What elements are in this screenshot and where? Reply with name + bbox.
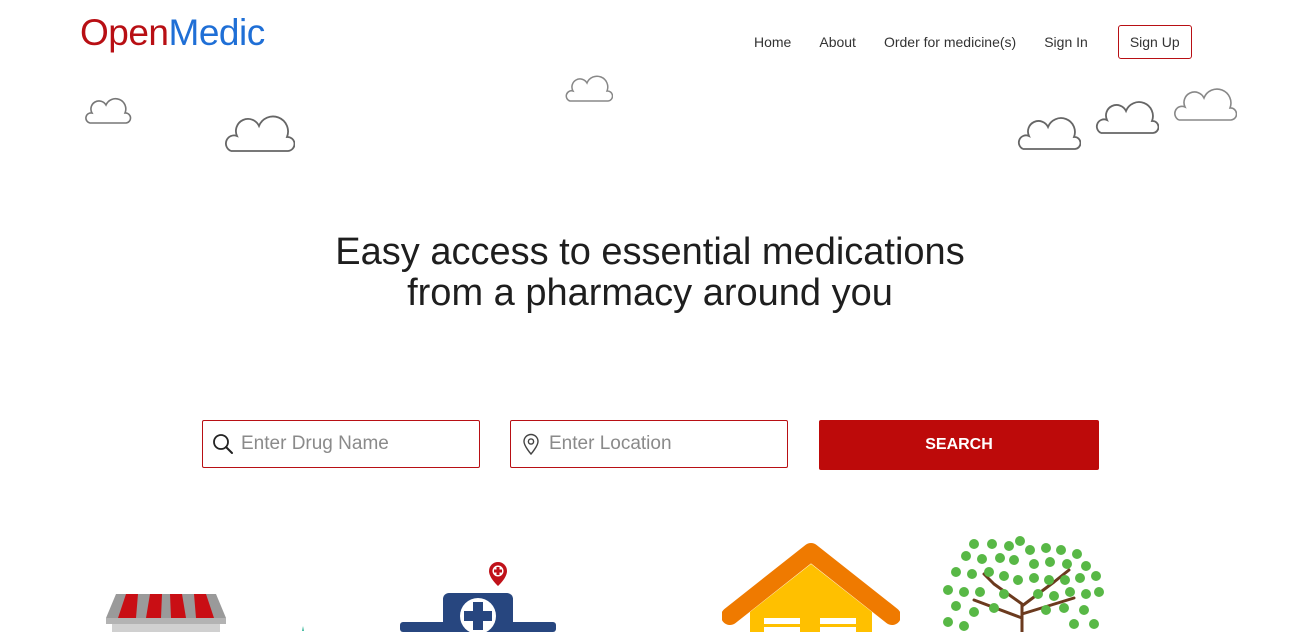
house-icon: [722, 543, 900, 632]
cloud-icon: [565, 75, 613, 102]
market-stall-icon: [106, 594, 226, 632]
nav-home[interactable]: Home: [754, 24, 791, 60]
cloud-icon: [85, 97, 132, 124]
location-search-field[interactable]: [510, 420, 788, 468]
search-button[interactable]: SEARCH: [819, 420, 1099, 470]
hero-headline: Easy access to essential medications fro…: [0, 232, 1300, 314]
search-icon: [211, 432, 235, 456]
nav-sign-in[interactable]: Sign In: [1044, 24, 1088, 60]
brand-logo[interactable]: OpenMedic: [80, 14, 265, 51]
hero-line-2: from a pharmacy around you: [407, 272, 893, 314]
cloud-icon: [1017, 117, 1081, 150]
brand-logo-part1: Open: [80, 12, 169, 53]
nav-order[interactable]: Order for medicine(s): [884, 24, 1016, 60]
cloud-icon: [1174, 88, 1237, 121]
location-input[interactable]: [547, 432, 787, 456]
cloud-icon: [1095, 101, 1159, 134]
location-pin-icon: [519, 432, 543, 456]
sparkle-icon: [302, 626, 304, 631]
tree-icon: [943, 536, 1104, 632]
nav-about[interactable]: About: [819, 24, 856, 60]
hero-line-1: Easy access to essential medications: [335, 231, 965, 273]
brand-logo-part2: Medic: [168, 12, 266, 53]
drug-name-input[interactable]: [239, 432, 479, 456]
cloud-icon: [225, 115, 295, 152]
top-nav: Home About Order for medicine(s) Sign In…: [740, 24, 1206, 60]
drug-search-field[interactable]: [202, 420, 480, 468]
sign-up-button[interactable]: Sign Up: [1117, 25, 1192, 59]
hospital-icon: [400, 562, 556, 632]
